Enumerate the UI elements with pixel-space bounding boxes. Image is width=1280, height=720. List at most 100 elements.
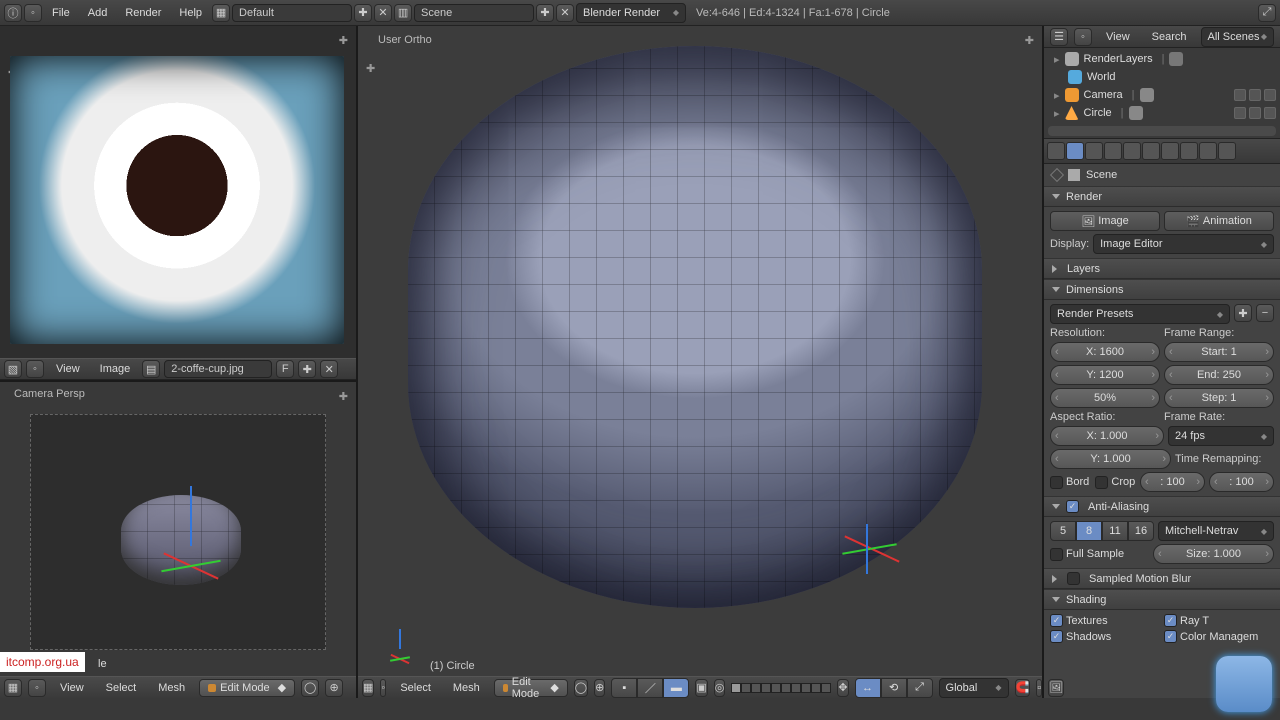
aa-11[interactable]: 11	[1102, 521, 1128, 541]
aa-5[interactable]: 5	[1050, 521, 1076, 541]
viewport-shading-icon[interactable]: ◯	[574, 679, 588, 697]
full-sample-checkbox[interactable]	[1050, 548, 1063, 561]
object-tab-icon[interactable]	[1123, 142, 1141, 160]
img-menu-view[interactable]: View	[48, 363, 88, 375]
outliner-row-camera[interactable]: ▸Camera|	[1048, 86, 1276, 104]
menu-render[interactable]: Render	[117, 7, 169, 19]
pivot-icon[interactable]: ⊕	[594, 679, 605, 697]
outliner-row-world[interactable]: World	[1048, 68, 1276, 86]
menu-file[interactable]: File	[44, 7, 78, 19]
aa-filter-select[interactable]: Mitchell-Netrav	[1158, 521, 1274, 541]
image-browse-icon[interactable]: ▤	[142, 360, 160, 378]
aa-enable-checkbox[interactable]: ✓	[1066, 500, 1079, 513]
color-mgmt-checkbox[interactable]: ✓	[1164, 630, 1177, 643]
panel-layers-header[interactable]: Layers	[1044, 259, 1280, 279]
image-unlink-icon[interactable]: ✕	[320, 360, 338, 378]
material-tab-icon[interactable]	[1199, 142, 1217, 160]
cam-editor-type-icon[interactable]: ▦	[4, 679, 22, 697]
render-engine-select[interactable]: Blender Render	[576, 3, 686, 23]
outliner-filter-select[interactable]: All Scenes	[1201, 27, 1274, 47]
outliner-type-icon[interactable]: ☰	[1050, 28, 1068, 46]
editor-type-icon[interactable]: ⓘ	[4, 4, 22, 22]
cam-menu-select[interactable]: Select	[98, 682, 145, 694]
layout-add-icon[interactable]: ✚	[354, 4, 372, 22]
aspect-x-field[interactable]: X: 1.000	[1050, 426, 1164, 446]
cam-menu-mesh[interactable]: Mesh	[150, 682, 193, 694]
translate-icon[interactable]: ↔	[855, 678, 881, 698]
res-pct-field[interactable]: 50%	[1050, 388, 1160, 408]
cup-mesh[interactable]	[408, 46, 982, 608]
img-menu-image[interactable]: Image	[92, 363, 139, 375]
crop-checkbox[interactable]	[1095, 476, 1108, 489]
display-select[interactable]: Image Editor	[1093, 234, 1274, 254]
outliner-row-circle[interactable]: ▸Circle|	[1048, 104, 1276, 122]
manipulator-toggle-icon[interactable]: ✥	[837, 679, 848, 697]
image-editor-menu-icon[interactable]: ◦	[26, 360, 44, 378]
vp-mode-select[interactable]: Edit Mode◆	[494, 679, 568, 697]
render-presets-select[interactable]: Render Presets	[1050, 304, 1230, 324]
cam-mode-select[interactable]: Edit Mode◆	[199, 679, 295, 697]
cam-menu-view[interactable]: View	[52, 682, 92, 694]
manipulator-z-axis[interactable]	[190, 486, 192, 546]
restrict-render-icon[interactable]	[1264, 89, 1276, 101]
data-tab-icon[interactable]	[1180, 142, 1198, 160]
outliner-menu-icon[interactable]: ◦	[1074, 28, 1092, 46]
render-tab-icon[interactable]	[1066, 142, 1084, 160]
pin-icon[interactable]	[1050, 168, 1064, 182]
outliner-view[interactable]: View	[1098, 31, 1138, 43]
layer-buttons[interactable]	[731, 683, 831, 693]
vp-editor-menu-icon[interactable]: ◦	[380, 679, 386, 697]
menu-add[interactable]: Add	[80, 7, 116, 19]
world-tab-icon[interactable]	[1104, 142, 1122, 160]
render-preview-icon[interactable]: 🖼	[1048, 679, 1064, 697]
properties-type-icon[interactable]	[1047, 142, 1065, 160]
restrict-view-icon[interactable]	[1234, 107, 1246, 119]
image-add-icon[interactable]: ✚	[298, 360, 316, 378]
smb-enable-checkbox[interactable]	[1067, 572, 1080, 585]
orientation-select[interactable]: Global	[939, 678, 1009, 698]
preset-add-icon[interactable]: ✚	[1234, 304, 1252, 322]
back-to-previous-icon[interactable]: ⤢	[1258, 4, 1276, 22]
shadows-checkbox[interactable]: ✓	[1050, 630, 1063, 643]
snap-element-icon[interactable]: ▫	[1036, 679, 1042, 697]
vp-region-right-icon[interactable]: ✚	[1025, 34, 1034, 47]
aspect-y-field[interactable]: Y: 1.000	[1050, 449, 1171, 469]
outliner[interactable]: ▸RenderLayers| World ▸Camera| ▸Circle|	[1044, 48, 1280, 138]
aa-samples-segment[interactable]: 5 8 11 16	[1050, 521, 1154, 541]
frame-end-field[interactable]: End: 250	[1164, 365, 1274, 385]
raytracing-checkbox[interactable]: ✓	[1164, 614, 1177, 627]
limit-selection-icon[interactable]: ▣	[695, 679, 707, 697]
border-checkbox[interactable]	[1050, 476, 1063, 489]
outliner-row-renderlayers[interactable]: ▸RenderLayers|	[1048, 50, 1276, 68]
aa-8[interactable]: 8	[1076, 521, 1102, 541]
camera-viewport[interactable]: Camera Persp ✚ itcomp.org.ua le ▦ ◦ View…	[0, 382, 356, 698]
cam-editor-menu-icon[interactable]: ◦	[28, 679, 46, 697]
face-select-icon[interactable]: ▬	[663, 678, 689, 698]
panel-smb-header[interactable]: Sampled Motion Blur	[1044, 569, 1280, 589]
frame-step-field[interactable]: Step: 1	[1164, 388, 1274, 408]
remap-new-field[interactable]: : 100	[1209, 472, 1274, 492]
cam-pivot-icon[interactable]: ⊕	[325, 679, 343, 697]
vertex-select-icon[interactable]: ▪	[611, 678, 637, 698]
image-editor-type-icon[interactable]: ▧	[4, 360, 22, 378]
render-image-button[interactable]: 🖼 Image	[1050, 211, 1160, 231]
res-y-field[interactable]: Y: 1200	[1050, 365, 1160, 385]
layout-browse-icon[interactable]: ▦	[212, 4, 230, 22]
manipulator-mode[interactable]: ↔⟲⤢	[855, 678, 933, 698]
cam-region-toggle-icon[interactable]: ✚	[339, 390, 348, 403]
restrict-view-icon[interactable]	[1234, 89, 1246, 101]
outliner-scrollbar[interactable]	[1048, 126, 1276, 136]
window-menu-icon[interactable]: ◦	[24, 4, 42, 22]
frame-start-field[interactable]: Start: 1	[1164, 342, 1274, 362]
image-name-field[interactable]: 2-coffe-cup.jpg	[164, 360, 272, 378]
aa-size-field[interactable]: Size: 1.000	[1153, 544, 1274, 564]
preset-remove-icon[interactable]: −	[1256, 304, 1274, 322]
vp-menu-select[interactable]: Select	[392, 682, 439, 694]
vp-region-left-icon[interactable]: ✚	[366, 62, 375, 75]
res-x-field[interactable]: X: 1600	[1050, 342, 1160, 362]
layout-del-icon[interactable]: ✕	[374, 4, 392, 22]
scene-field[interactable]: Scene	[414, 4, 534, 22]
outliner-search[interactable]: Search	[1144, 31, 1195, 43]
region-toggle-icon[interactable]: ✚	[339, 34, 348, 47]
aa-16[interactable]: 16	[1128, 521, 1154, 541]
